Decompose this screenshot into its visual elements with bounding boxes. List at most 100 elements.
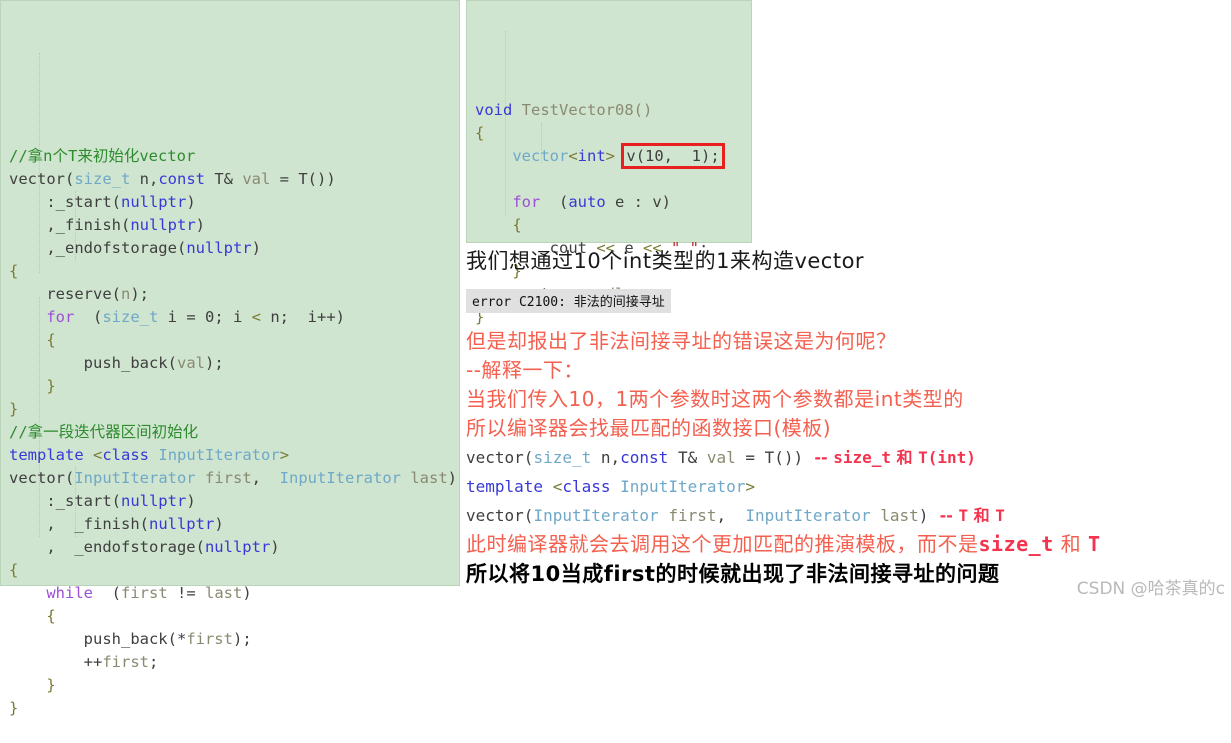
code-token: size_t bbox=[74, 170, 131, 188]
code-line: { bbox=[475, 214, 747, 237]
code-token: class bbox=[102, 446, 150, 464]
code-token: for bbox=[512, 193, 541, 211]
code-token: , bbox=[716, 506, 746, 525]
code-token: InputIterator bbox=[279, 469, 401, 487]
code-token: nullptr bbox=[148, 515, 215, 533]
code-token: val bbox=[706, 448, 736, 467]
code-token: > bbox=[745, 477, 756, 496]
code-token: , bbox=[251, 469, 280, 487]
code-token: InputIterator bbox=[74, 469, 196, 487]
code-token: ); bbox=[130, 285, 149, 303]
code-line: for (auto e : v) bbox=[475, 191, 747, 214]
code-token: > bbox=[605, 147, 616, 165]
code-token: T bbox=[995, 506, 1005, 525]
signature-line-2: template <class InputIterator> bbox=[466, 472, 1231, 501]
red-question-line: 但是却报出了非法间接寻址的错误这是为何呢？ bbox=[466, 329, 897, 353]
code-token: ( bbox=[540, 193, 569, 211]
code-token: ,_finish( bbox=[9, 216, 131, 234]
code-token: T& bbox=[668, 448, 707, 467]
code-token: i = 0; i bbox=[158, 308, 252, 326]
code-token: 和 bbox=[890, 448, 919, 467]
code-token: < bbox=[568, 147, 578, 165]
code-token: ( bbox=[74, 308, 103, 326]
code-token: ) bbox=[195, 216, 205, 234]
code-token: last bbox=[205, 584, 243, 602]
code-token: n, bbox=[130, 170, 159, 188]
code-token: const bbox=[620, 448, 669, 467]
code-token: size_t bbox=[102, 308, 159, 326]
code-token: ) bbox=[242, 584, 252, 602]
code-token: } bbox=[9, 676, 56, 694]
code-token: } bbox=[9, 400, 19, 418]
code-token: = T()) bbox=[270, 170, 336, 188]
red-conclusion-sizet: size_t bbox=[978, 532, 1054, 556]
code-token: first bbox=[186, 630, 233, 648]
code-token: -- bbox=[928, 506, 959, 525]
code-line: } bbox=[9, 375, 455, 398]
code-token: vector bbox=[512, 147, 569, 165]
code-token: push_back( bbox=[9, 354, 177, 372]
red-conclusion-text: 此时编译器就会去调用这个更加匹配的推演模板，而不是 bbox=[466, 532, 979, 556]
code-token: ) bbox=[270, 538, 280, 556]
code-line: push_back(val); bbox=[9, 352, 455, 375]
code-line: ,_finish(nullptr) bbox=[9, 214, 455, 237]
code-token: :_start( bbox=[9, 492, 121, 510]
code-token: n; i++) bbox=[261, 308, 345, 326]
code-token: size_t bbox=[533, 448, 592, 467]
code-token: T bbox=[958, 506, 969, 525]
code-line: //拿一段迭代器区间初始化 bbox=[9, 421, 455, 444]
code-line: { bbox=[9, 605, 455, 628]
code-token: vector( bbox=[9, 469, 75, 487]
code-line: :_start(nullptr) bbox=[9, 490, 455, 513]
code-token: InputIterator bbox=[620, 477, 746, 496]
code-token: } bbox=[9, 699, 19, 717]
code-token: const bbox=[158, 170, 205, 188]
code-token: vector( bbox=[466, 448, 534, 467]
code-token: ,_endofstorage( bbox=[9, 239, 187, 257]
left-code-block: //拿n个T来初始化vector vector(size_t n,const T&… bbox=[0, 0, 460, 717]
explanation-column: 我们想通过10个int类型的1来构造vector error C2100: 非法… bbox=[466, 246, 1231, 589]
code-token: nullptr bbox=[120, 492, 187, 510]
code-token: < bbox=[251, 308, 261, 326]
code-token: != bbox=[167, 584, 205, 602]
code-token: nullptr bbox=[120, 193, 187, 211]
code-line: vector(InputIterator first, InputIterato… bbox=[9, 467, 458, 490]
code-line: :_start(nullptr) bbox=[9, 191, 455, 214]
code-token: last bbox=[410, 469, 448, 487]
code-line: { bbox=[9, 559, 455, 582]
code-line: , _endofstorage(nullptr) bbox=[9, 536, 455, 559]
red-conclusion-t: T bbox=[1087, 532, 1101, 556]
code-line: vector<int> v(10, 1); bbox=[475, 143, 747, 169]
code-token: template bbox=[466, 477, 544, 496]
code-token: } bbox=[9, 377, 56, 395]
code-token: ); bbox=[232, 630, 252, 648]
code-line: } bbox=[9, 674, 455, 697]
code-token: first bbox=[121, 584, 168, 602]
code-token: ; bbox=[149, 653, 159, 671]
code-token: ) bbox=[186, 193, 196, 211]
code-token: n bbox=[120, 285, 131, 303]
intro-text: 我们想通过10个int类型的1来构造vector bbox=[466, 249, 865, 273]
code-token: n, bbox=[591, 448, 621, 467]
code-line: template <class InputIterator> bbox=[9, 444, 455, 467]
code-token: val bbox=[242, 170, 271, 188]
code-line: ++first; bbox=[9, 651, 455, 674]
code-token: int bbox=[577, 147, 606, 165]
red-conclusion-line: 此时编译器就会去调用这个更加匹配的推演模板，而不是size_t 和 T bbox=[466, 530, 1231, 559]
code-line: ,_endofstorage(nullptr) bbox=[9, 237, 455, 260]
code-token: ) bbox=[186, 492, 196, 510]
highlighted-constructor-call: v(10, 1); bbox=[621, 143, 725, 169]
code-token: ) bbox=[447, 469, 458, 487]
red-explain-marker: --解释一下： bbox=[466, 358, 584, 382]
code-token: ); bbox=[204, 354, 224, 372]
